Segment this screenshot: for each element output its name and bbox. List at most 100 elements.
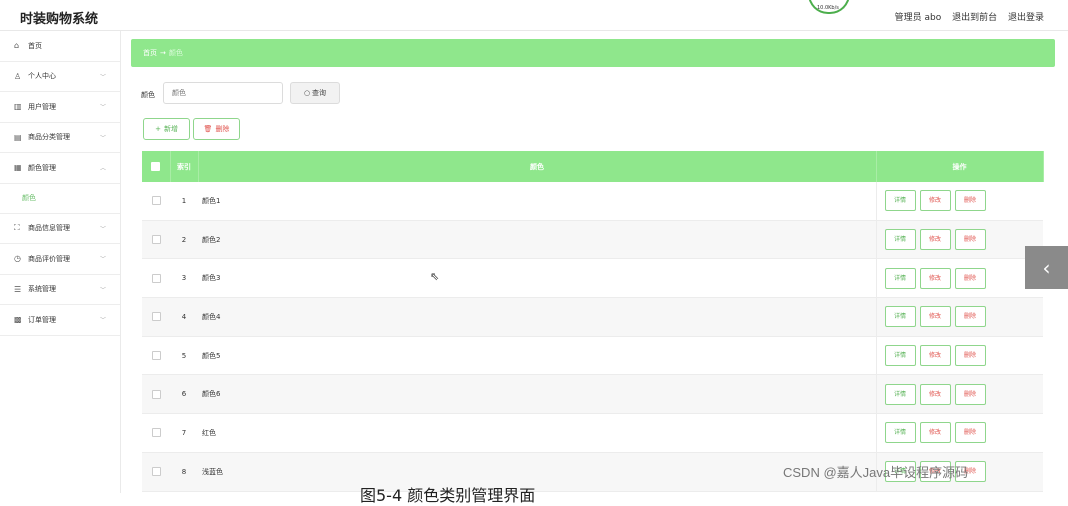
select-all-checkbox[interactable] <box>151 162 161 171</box>
sidebar-item-review[interactable]: ◷ 商品评价管理 ﹀ <box>0 244 120 275</box>
sidebar-item-order[interactable]: ▩ 订单管理 ﹀ <box>0 305 120 336</box>
row-checkbox[interactable] <box>151 235 161 245</box>
detail-button[interactable]: 详情 <box>884 345 916 367</box>
sidebar-item-category[interactable]: ▤ 商品分类管理 ﹀ <box>0 123 120 153</box>
category-icon: ▤ <box>14 132 22 142</box>
row-index: 1 <box>170 182 198 221</box>
sidebar-item-label: 个人中心 <box>28 72 56 81</box>
sidebar-item-label: 用户管理 <box>28 102 56 111</box>
table-row: 1 颜色1 详情 修改 删除 <box>142 182 1043 221</box>
search-label: 颜色 <box>141 91 155 99</box>
row-checkbox[interactable] <box>151 389 161 399</box>
header-color[interactable]: 颜色 <box>198 151 877 182</box>
breadcrumb-arrow-icon: → <box>160 49 166 57</box>
row-delete-button[interactable]: 删除 <box>954 190 986 212</box>
chevron-down-icon: ﹀ <box>99 104 106 111</box>
row-check-cell <box>142 297 170 337</box>
row-checkbox[interactable] <box>151 273 161 283</box>
sidebar-item-label: 商品分类管理 <box>28 133 70 142</box>
row-color-name: 颜色2 <box>198 220 876 260</box>
chevron-down-icon: ﹀ <box>99 286 106 294</box>
row-delete-button[interactable]: 删除 <box>954 345 986 367</box>
color-search-input[interactable] <box>163 82 283 104</box>
row-index: 6 <box>170 374 198 415</box>
batch-delete-button[interactable]: 🗑 删除 <box>193 118 240 140</box>
chevron-down-icon: ﹀ <box>99 73 106 81</box>
trash-icon: 🗑 <box>203 125 213 133</box>
row-checkbox[interactable] <box>151 351 161 361</box>
chevron-down-icon: ﹀ <box>99 225 106 233</box>
table-header-row: 索引 颜色 操作 <box>142 151 1044 182</box>
row-delete-button[interactable]: 删除 <box>954 306 986 328</box>
row-delete-button[interactable]: 删除 <box>954 383 986 405</box>
table-row: 6 颜色6 详情 修改 删除 <box>142 374 1043 415</box>
add-button-label: 新增 <box>163 125 178 133</box>
detail-button[interactable]: 详情 <box>884 229 916 251</box>
chevron-down-icon: ﹀ <box>99 134 106 142</box>
sidebar-item-goods[interactable]: ⛶ 商品信息管理 ﹀ <box>0 214 120 244</box>
row-check-cell <box>142 413 170 453</box>
edit-button[interactable]: 修改 <box>919 267 951 289</box>
users-icon: ▥ <box>14 102 22 112</box>
chevron-down-icon: ﹀ <box>99 317 106 324</box>
edit-button[interactable]: 修改 <box>919 422 951 444</box>
back-to-front-link[interactable]: 退出到前台 <box>952 13 997 23</box>
row-delete-button[interactable]: 删除 <box>954 229 986 251</box>
admin-name: 管理员 abo <box>894 13 942 23</box>
review-icon: ◷ <box>14 254 21 264</box>
sidebar-item-users[interactable]: ▥ 用户管理 ﹀ <box>0 92 120 123</box>
row-check-cell <box>142 182 170 221</box>
row-checkbox[interactable] <box>151 196 161 206</box>
edit-button[interactable]: 修改 <box>919 190 951 212</box>
detail-button[interactable]: 详情 <box>884 383 916 405</box>
edit-button[interactable]: 修改 <box>919 306 951 328</box>
sidebar-item-label: 首页 <box>28 41 42 50</box>
top-header: 时装购物系统 10.0Kb/s 管理员 abo 退出到前台 退出登录 <box>0 0 1068 31</box>
table-row: 3 颜色3 详情 修改 删除 <box>142 258 1043 299</box>
sidebar-item-profile[interactable]: ♙ 个人中心 ﹀ <box>0 62 120 92</box>
row-checkbox[interactable] <box>151 312 161 322</box>
edit-button[interactable]: 修改 <box>919 345 951 367</box>
sidebar-item-label: 颜色管理 <box>28 163 56 172</box>
sidebar-item-system[interactable]: ☰ 系统管理 ﹀ <box>0 275 120 305</box>
app-title: 时装购物系统 <box>20 12 99 27</box>
sidebar-item-home[interactable]: ⌂ 首页 <box>0 31 120 62</box>
edit-button[interactable]: 修改 <box>919 229 951 251</box>
row-delete-button[interactable]: 删除 <box>954 267 986 289</box>
table-row: 7 红色 详情 修改 删除 <box>142 413 1043 453</box>
row-check-cell <box>142 258 170 299</box>
delete-button-label: 删除 <box>215 125 230 133</box>
search-button[interactable]: ○ 查询 <box>290 82 340 104</box>
goods-icon: ⛶ <box>14 223 20 233</box>
search-button-label: 查询 <box>312 89 327 97</box>
system-icon: ☰ <box>14 284 22 294</box>
row-color-name: 颜色4 <box>198 297 876 337</box>
row-ops-cell: 详情 修改 删除 <box>875 182 1043 221</box>
detail-button[interactable]: 详情 <box>884 306 916 328</box>
user-icon: ♙ <box>14 71 22 81</box>
chevron-up-icon: ︿ <box>99 165 106 172</box>
row-checkbox[interactable] <box>151 467 161 477</box>
row-ops-cell: 详情 修改 删除 <box>875 336 1043 376</box>
row-color-name: 颜色5 <box>198 336 876 376</box>
collapse-handle[interactable]: ‹ <box>1025 246 1068 289</box>
row-checkbox[interactable] <box>151 428 161 438</box>
detail-button[interactable]: 详情 <box>884 422 916 444</box>
logout-link[interactable]: 退出登录 <box>1008 13 1044 23</box>
row-color-name: 浅蓝色 <box>198 452 876 492</box>
figure-caption: 图5-4 颜色类别管理界面 <box>360 486 536 505</box>
breadcrumb-home[interactable]: 首页 <box>143 48 157 58</box>
header-user-area: 管理员 abo 退出到前台 退出登录 <box>887 10 1044 23</box>
header-index: 索引 <box>170 151 199 182</box>
edit-button[interactable]: 修改 <box>919 383 951 405</box>
row-delete-button[interactable]: 删除 <box>954 422 986 444</box>
sidebar-item-label: 商品信息管理 <box>28 224 70 233</box>
row-ops-cell: 详情 修改 删除 <box>875 297 1043 337</box>
sidebar-item-color[interactable]: ▦ 颜色管理 ︿ <box>0 153 120 184</box>
row-index: 7 <box>170 413 198 453</box>
breadcrumb-current: 颜色 <box>168 49 183 57</box>
add-button[interactable]: + 新增 <box>143 118 190 140</box>
detail-button[interactable]: 详情 <box>884 190 916 212</box>
sidebar-subitem-color[interactable]: 颜色 <box>0 184 120 214</box>
detail-button[interactable]: 详情 <box>884 267 916 289</box>
